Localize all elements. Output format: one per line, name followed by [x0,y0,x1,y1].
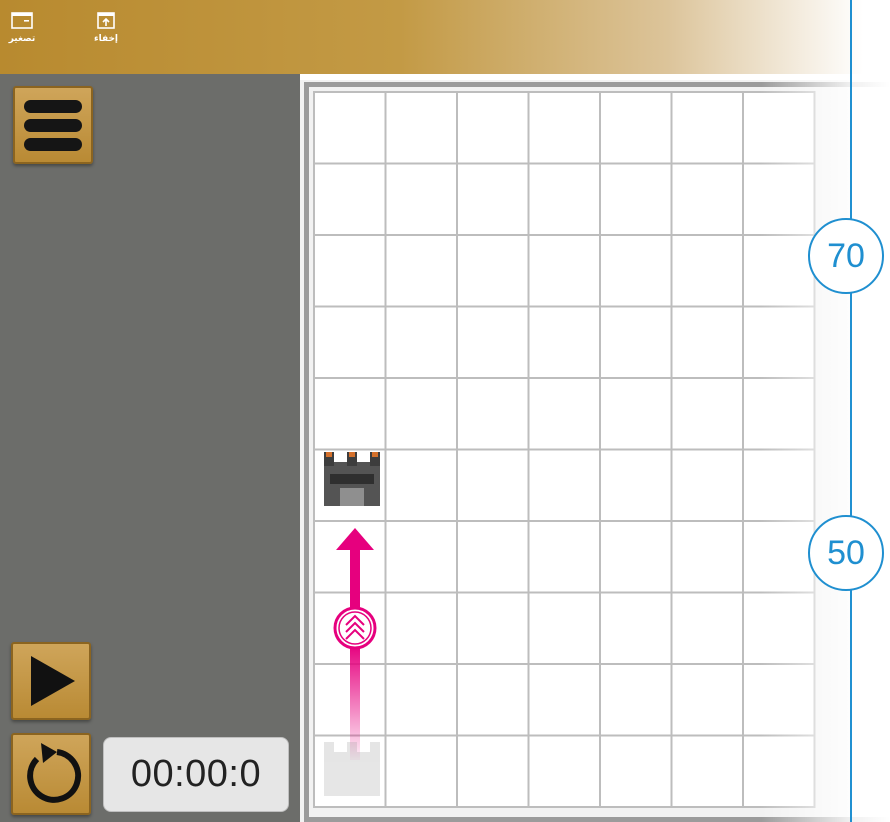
ruler-line [850,0,852,822]
reset-button[interactable] [11,733,91,815]
reset-icon [27,743,82,803]
play-button[interactable] [11,642,91,720]
ruler-marker-50: 50 [808,515,884,591]
minimize-button[interactable]: تصغير [0,12,44,64]
hide-label: إخفاء [93,34,119,44]
hide-window-icon [97,12,115,29]
hamburger-icon-bar [24,138,82,151]
top-toolbar: تصغير إخفاء [0,0,890,74]
hamburger-icon [24,100,82,113]
window-minimize-icon [11,12,33,29]
ruler-marker-70: 70 [808,218,884,294]
minimize-label: تصغير [8,34,36,44]
play-icon [31,656,75,706]
hide-button[interactable]: إخفاء [84,12,128,64]
board-frame [304,82,890,822]
hamburger-icon-bar [24,119,82,132]
menu-button[interactable] [13,86,93,164]
timer-display: 00:00:0 [103,737,289,812]
